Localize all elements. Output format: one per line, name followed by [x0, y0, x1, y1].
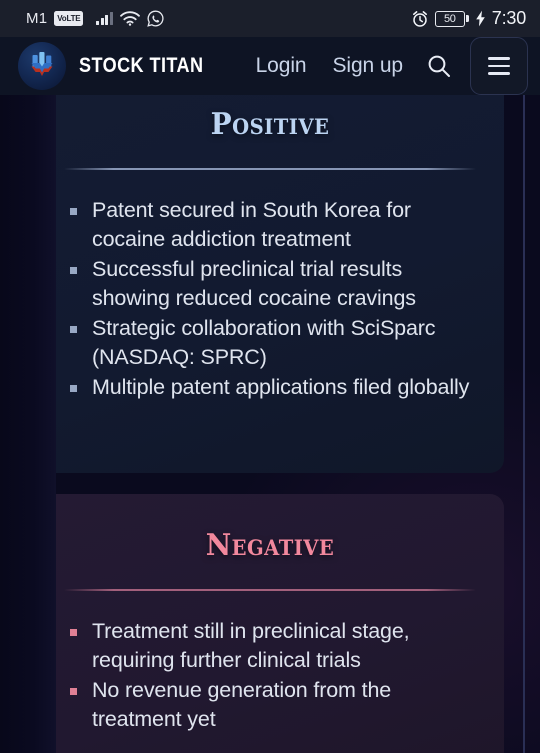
volte-icon: VoLTE	[54, 11, 84, 26]
positive-card-divider	[64, 168, 476, 170]
signal-bars-icon	[96, 12, 113, 25]
phone-status-bar: M1 VoLTE 50 7:30	[0, 0, 540, 37]
battery-icon: 50	[434, 10, 469, 27]
app-header: STOCK TITAN Login Sign up	[0, 37, 540, 95]
signup-link[interactable]: Sign up	[319, 48, 416, 84]
list-item: Multiple patent applications filed globa…	[66, 373, 476, 403]
brand-home-link[interactable]: STOCK TITAN	[18, 42, 224, 90]
login-link[interactable]: Login	[243, 48, 320, 84]
negative-card-divider	[64, 589, 476, 591]
alarm-clock-icon	[411, 10, 429, 28]
positive-bullet-list: Patent secured in South Korea for cocain…	[64, 196, 476, 403]
status-bar-left: M1 VoLTE	[26, 10, 164, 27]
header-nav: Login Sign up	[243, 37, 528, 95]
negative-card-title: Negative	[205, 528, 335, 563]
vertical-scrollbar[interactable]	[523, 95, 525, 753]
negative-bullet-list: Treatment still in preclinical stage, re…	[64, 617, 476, 735]
page-left-edge	[0, 95, 56, 753]
whatsapp-icon	[147, 10, 164, 27]
stock-titan-logo-icon	[18, 42, 66, 90]
positive-card: Positive Patent secured in South Korea f…	[36, 95, 504, 473]
list-item: Successful preclinical trial results sho…	[66, 255, 476, 314]
list-item: Patent secured in South Korea for cocain…	[66, 196, 476, 255]
list-item: Strategic collaboration with SciSparc (N…	[66, 314, 476, 373]
list-item: Treatment still in preclinical stage, re…	[66, 617, 476, 676]
clock-label: 7:30	[491, 8, 526, 28]
wifi-icon	[120, 11, 140, 26]
battery-level-label: 50	[434, 10, 465, 27]
status-bar-right: 50 7:30	[411, 8, 526, 29]
charging-bolt-icon	[475, 10, 486, 27]
negative-card: Negative Treatment still in preclinical …	[36, 494, 504, 753]
page-content: Positive Patent secured in South Korea f…	[0, 95, 540, 753]
list-item: No revenue generation from the treatment…	[66, 676, 476, 735]
hamburger-menu-icon[interactable]	[470, 37, 528, 95]
brand-name-label: STOCK TITAN	[79, 54, 204, 77]
carrier-label: M1	[26, 10, 48, 27]
positive-card-title: Positive	[210, 107, 330, 142]
search-icon[interactable]	[416, 43, 462, 89]
